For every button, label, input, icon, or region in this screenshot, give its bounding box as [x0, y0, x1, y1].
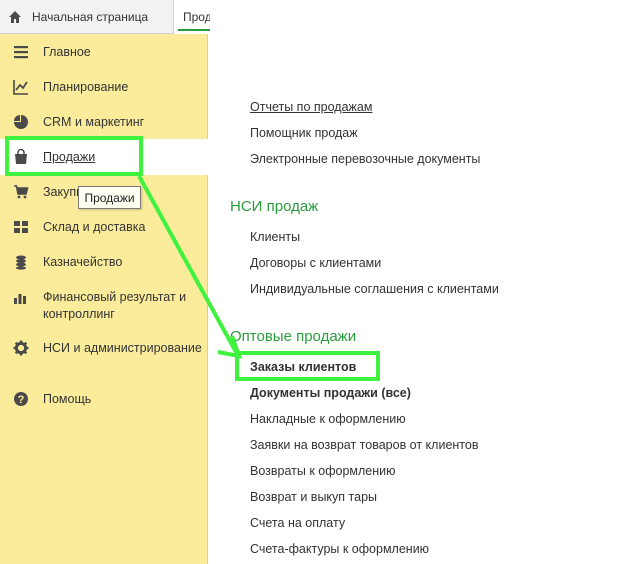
- question-icon: ?: [13, 391, 29, 407]
- sidebar-item-label: НСИ и администрирование: [43, 341, 202, 355]
- tab-sales[interactable]: Продажи: [173, 0, 210, 34]
- tab-bar: Начальная страница Продажи: [0, 0, 210, 34]
- sidebar-item-nsi-admin[interactable]: НСИ и администрирование: [0, 340, 208, 357]
- link-invoices-to-process[interactable]: Накладные к оформлению: [250, 412, 406, 426]
- tab-home[interactable]: Начальная страница: [0, 0, 172, 34]
- sidebar-item-planning[interactable]: Планирование: [0, 79, 208, 96]
- link-return-requests[interactable]: Заявки на возврат товаров от клиентов: [250, 438, 478, 452]
- sidebar-item-label: Казначейство: [43, 255, 123, 269]
- coins-icon: [13, 254, 29, 270]
- link-clients[interactable]: Клиенты: [250, 230, 300, 244]
- section-title-wholesale: Оптовые продажи: [230, 328, 357, 345]
- link-individual-agreements[interactable]: Индивидуальные соглашения с клиентами: [250, 282, 499, 296]
- link-packaging-return[interactable]: Возврат и выкуп тары: [250, 490, 377, 504]
- sidebar-item-main[interactable]: Главное: [0, 44, 208, 61]
- link-returns-to-process[interactable]: Возвраты к оформлению: [250, 464, 396, 478]
- sidebar-item-help[interactable]: ? Помощь: [0, 391, 208, 408]
- sidebar-item-crm[interactable]: CRM и маркетинг: [0, 114, 208, 131]
- link-client-contracts[interactable]: Договоры с клиентами: [250, 256, 381, 270]
- link-sales-documents-all[interactable]: Документы продажи (все): [250, 386, 411, 400]
- tab-sales-label: Продажи: [183, 10, 210, 24]
- highlight-box-sales: [5, 136, 143, 176]
- sidebar-item-label: Склад и доставка: [43, 220, 146, 234]
- sidebar-item-warehouse[interactable]: Склад и доставка: [0, 219, 208, 236]
- svg-text:?: ?: [18, 394, 25, 406]
- link-sales-assistant[interactable]: Помощник продаж: [250, 126, 358, 140]
- bar-chart-icon: [13, 289, 29, 305]
- sidebar-item-label: Помощь: [43, 392, 92, 406]
- section-title-nsi: НСИ продаж: [230, 198, 319, 215]
- highlight-box-client-orders: [235, 351, 380, 381]
- link-electronic-transport-docs[interactable]: Электронные перевозочные документы: [250, 152, 480, 166]
- link-sales-reports[interactable]: Отчеты по продажам: [250, 100, 372, 114]
- sidebar-item-label: Планирование: [43, 80, 129, 94]
- link-tax-invoices-to-process[interactable]: Счета-фактуры к оформлению: [250, 542, 429, 556]
- sidebar-item-label: CRM и маркетинг: [43, 115, 145, 129]
- chart-line-icon: [13, 79, 29, 95]
- link-payment-invoices[interactable]: Счета на оплату: [250, 516, 345, 530]
- sidebar-item-label: Финансовый результат и контроллинг: [43, 290, 187, 321]
- grid-icon: [13, 219, 29, 235]
- cart-icon: [13, 184, 29, 200]
- sidebar: Главное Планирование CRM и маркетинг Про…: [0, 34, 208, 564]
- pie-chart-icon: [13, 114, 29, 130]
- tab-home-label: Начальная страница: [32, 10, 149, 24]
- tooltip: Продажи: [78, 186, 141, 209]
- section-content: Отчеты по продажам Помощник продаж Элект…: [209, 0, 626, 564]
- sidebar-item-treasury[interactable]: Казначейство: [0, 254, 208, 271]
- home-icon: [8, 10, 22, 24]
- menu-lines-icon: [13, 44, 29, 60]
- gear-icon: [13, 340, 29, 356]
- sidebar-item-finance[interactable]: Финансовый результат и контроллинг: [0, 289, 208, 323]
- sidebar-item-label: Главное: [43, 45, 91, 59]
